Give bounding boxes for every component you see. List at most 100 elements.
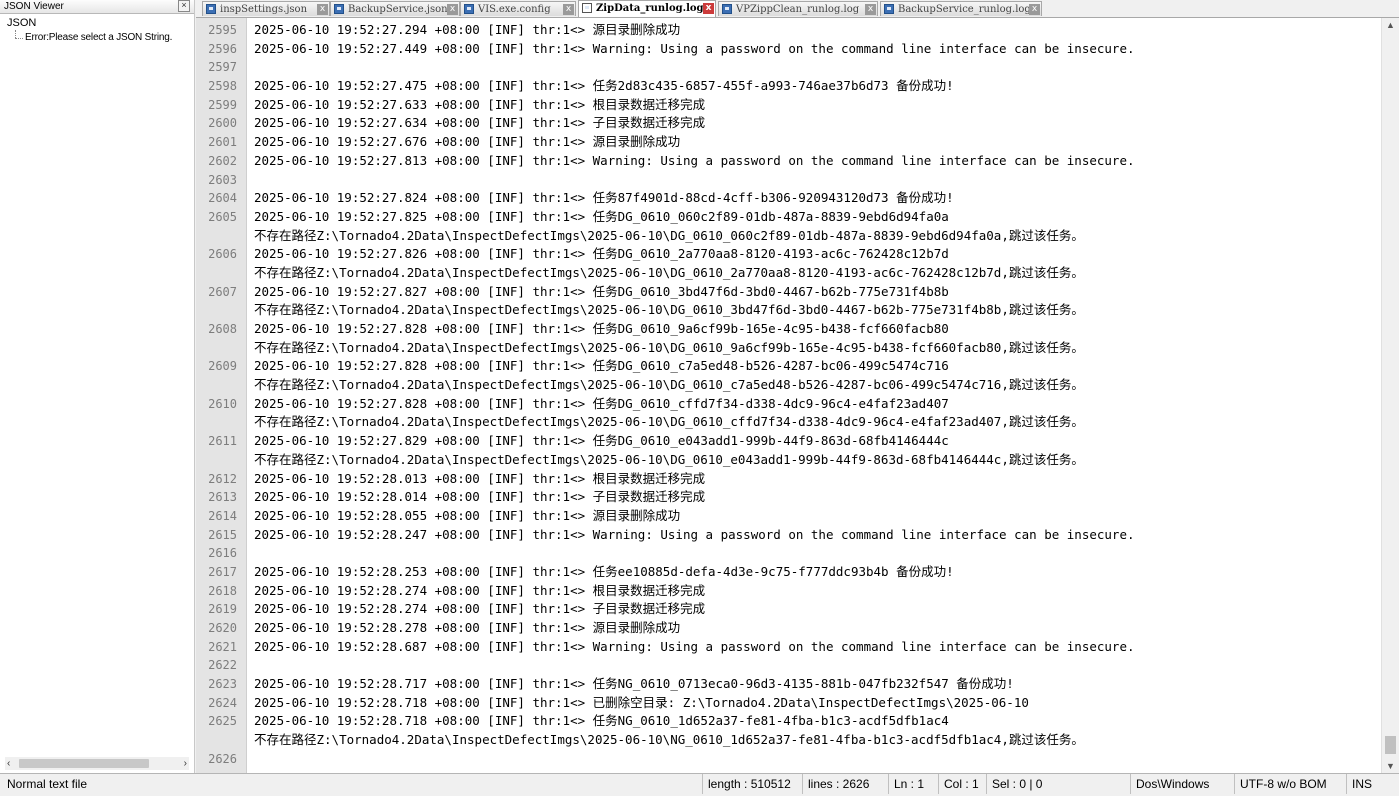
editor-line[interactable]: 不存在路径Z:\Tornado4.2Data\InspectDefectImgs…: [196, 227, 1378, 246]
scroll-right-icon[interactable]: ›: [184, 757, 187, 770]
scroll-up-icon[interactable]: ▲: [1386, 20, 1395, 30]
close-tab-icon[interactable]: x: [1029, 4, 1040, 15]
close-tab-icon[interactable]: x: [317, 4, 328, 15]
line-text[interactable]: 2025-06-10 19:52:27.449 +08:00 [INF] thr…: [254, 40, 1135, 59]
editor-line[interactable]: 不存在路径Z:\Tornado4.2Data\InspectDefectImgs…: [196, 413, 1378, 432]
tab-backupservice-runlog[interactable]: BackupService_runlog.log x: [880, 1, 1042, 16]
editor-line[interactable]: 2613 2025-06-10 19:52:28.014 +08:00 [INF]…: [196, 488, 1378, 507]
editor-line[interactable]: 2618 2025-06-10 19:52:28.274 +08:00 [INF]…: [196, 582, 1378, 601]
editor-line[interactable]: 2614 2025-06-10 19:52:28.055 +08:00 [INF]…: [196, 507, 1378, 526]
line-text[interactable]: 2025-06-10 19:52:28.253 +08:00 [INF] thr…: [254, 563, 954, 582]
editor-line[interactable]: 2601 2025-06-10 19:52:27.676 +08:00 [INF]…: [196, 133, 1378, 152]
tab-zipdata-runlog[interactable]: ZipData_runlog.log x: [578, 0, 716, 17]
line-text[interactable]: 2025-06-10 19:52:28.717 +08:00 [INF] thr…: [254, 675, 1014, 694]
line-text[interactable]: 2025-06-10 19:52:27.294 +08:00 [INF] thr…: [254, 21, 680, 40]
scroll-left-icon[interactable]: ‹: [7, 757, 10, 770]
line-text[interactable]: 2025-06-10 19:52:27.824 +08:00 [INF] thr…: [254, 189, 954, 208]
editor-line[interactable]: 不存在路径Z:\Tornado4.2Data\InspectDefectImgs…: [196, 301, 1378, 320]
editor-line[interactable]: 2603: [196, 171, 1378, 190]
text-editor[interactable]: 2595 2025-06-10 19:52:27.294 +08:00 [INF]…: [196, 18, 1399, 773]
editor-line[interactable]: 2619 2025-06-10 19:52:28.274 +08:00 [INF]…: [196, 600, 1378, 619]
line-text[interactable]: 不存在路径Z:\Tornado4.2Data\InspectDefectImgs…: [254, 451, 1084, 470]
editor-line[interactable]: 2625 2025-06-10 19:52:28.718 +08:00 [INF]…: [196, 712, 1378, 731]
tab-vpzippclean-runlog[interactable]: VPZippClean_runlog.log x: [718, 1, 878, 16]
editor-line[interactable]: 2622: [196, 656, 1378, 675]
editor-line[interactable]: 2611 2025-06-10 19:52:27.829 +08:00 [INF]…: [196, 432, 1378, 451]
line-text[interactable]: 2025-06-10 19:52:27.826 +08:00 [INF] thr…: [254, 245, 949, 264]
json-viewer-close-icon[interactable]: ×: [178, 0, 190, 12]
close-tab-icon[interactable]: x: [865, 4, 876, 15]
editor-line[interactable]: 2612 2025-06-10 19:52:28.013 +08:00 [INF]…: [196, 470, 1378, 489]
editor-line[interactable]: 2599 2025-06-10 19:52:27.633 +08:00 [INF]…: [196, 96, 1378, 115]
tab-vis-exe-config[interactable]: VIS.exe.config x: [460, 1, 576, 16]
editor-line[interactable]: 2600 2025-06-10 19:52:27.634 +08:00 [INF]…: [196, 114, 1378, 133]
editor-line[interactable]: 2616: [196, 544, 1378, 563]
editor-line[interactable]: 2626: [196, 750, 1378, 769]
editor-line[interactable]: 2607 2025-06-10 19:52:27.827 +08:00 [INF]…: [196, 283, 1378, 302]
json-viewer-hscrollbar[interactable]: ‹ ›: [5, 757, 189, 770]
editor-line[interactable]: 2609 2025-06-10 19:52:27.828 +08:00 [INF]…: [196, 357, 1378, 376]
editor-line[interactable]: 2602 2025-06-10 19:52:27.813 +08:00 [INF]…: [196, 152, 1378, 171]
close-tab-icon[interactable]: x: [703, 3, 714, 14]
status-mode[interactable]: INS: [1346, 774, 1399, 794]
line-text[interactable]: 2025-06-10 19:52:27.827 +08:00 [INF] thr…: [254, 283, 949, 302]
editor-line[interactable]: 2610 2025-06-10 19:52:27.828 +08:00 [INF]…: [196, 395, 1378, 414]
line-text[interactable]: 2025-06-10 19:52:27.828 +08:00 [INF] thr…: [254, 357, 949, 376]
editor-line[interactable]: 2621 2025-06-10 19:52:28.687 +08:00 [INF]…: [196, 638, 1378, 657]
status-eol[interactable]: Dos\Windows: [1130, 774, 1234, 794]
scroll-thumb[interactable]: [1385, 736, 1396, 754]
editor-vscrollbar[interactable]: ▲ ▼: [1381, 18, 1399, 773]
line-text[interactable]: 2025-06-10 19:52:27.828 +08:00 [INF] thr…: [254, 395, 949, 414]
line-text[interactable]: 2025-06-10 19:52:27.633 +08:00 [INF] thr…: [254, 96, 705, 115]
line-text[interactable]: 不存在路径Z:\Tornado4.2Data\InspectDefectImgs…: [254, 731, 1084, 750]
line-text[interactable]: 2025-06-10 19:52:28.014 +08:00 [INF] thr…: [254, 488, 705, 507]
line-text[interactable]: 2025-06-10 19:52:27.828 +08:00 [INF] thr…: [254, 320, 949, 339]
line-text[interactable]: 不存在路径Z:\Tornado4.2Data\InspectDefectImgs…: [254, 301, 1084, 320]
editor-lines[interactable]: 2595 2025-06-10 19:52:27.294 +08:00 [INF]…: [196, 21, 1378, 769]
editor-line[interactable]: 2597: [196, 58, 1378, 77]
editor-line[interactable]: 2623 2025-06-10 19:52:28.717 +08:00 [INF]…: [196, 675, 1378, 694]
json-tree-error[interactable]: Error:Please select a JSON String.: [7, 30, 194, 46]
line-text[interactable]: 不存在路径Z:\Tornado4.2Data\InspectDefectImgs…: [254, 227, 1084, 246]
close-tab-icon[interactable]: x: [447, 4, 458, 15]
scroll-thumb[interactable]: [19, 759, 149, 768]
line-text[interactable]: 2025-06-10 19:52:28.718 +08:00 [INF] thr…: [254, 694, 1029, 713]
line-text[interactable]: 2025-06-10 19:52:28.055 +08:00 [INF] thr…: [254, 507, 680, 526]
line-text[interactable]: 2025-06-10 19:52:28.687 +08:00 [INF] thr…: [254, 638, 1135, 657]
line-text[interactable]: 2025-06-10 19:52:28.274 +08:00 [INF] thr…: [254, 582, 705, 601]
line-text[interactable]: 2025-06-10 19:52:28.274 +08:00 [INF] thr…: [254, 600, 705, 619]
line-text[interactable]: 2025-06-10 19:52:28.013 +08:00 [INF] thr…: [254, 470, 705, 489]
editor-line[interactable]: 2598 2025-06-10 19:52:27.475 +08:00 [INF]…: [196, 77, 1378, 96]
line-text[interactable]: 2025-06-10 19:52:27.634 +08:00 [INF] thr…: [254, 114, 705, 133]
line-text[interactable]: 2025-06-10 19:52:27.475 +08:00 [INF] thr…: [254, 77, 954, 96]
line-text[interactable]: 不存在路径Z:\Tornado4.2Data\InspectDefectImgs…: [254, 264, 1084, 283]
line-text[interactable]: 2025-06-10 19:52:28.718 +08:00 [INF] thr…: [254, 712, 949, 731]
close-tab-icon[interactable]: x: [563, 4, 574, 15]
editor-line[interactable]: 2604 2025-06-10 19:52:27.824 +08:00 [INF]…: [196, 189, 1378, 208]
editor-line[interactable]: 不存在路径Z:\Tornado4.2Data\InspectDefectImgs…: [196, 264, 1378, 283]
line-text[interactable]: 2025-06-10 19:52:28.247 +08:00 [INF] thr…: [254, 526, 1135, 545]
editor-line[interactable]: 2606 2025-06-10 19:52:27.826 +08:00 [INF]…: [196, 245, 1378, 264]
scroll-down-icon[interactable]: ▼: [1386, 761, 1395, 771]
line-text[interactable]: 2025-06-10 19:52:27.813 +08:00 [INF] thr…: [254, 152, 1135, 171]
editor-line[interactable]: 不存在路径Z:\Tornado4.2Data\InspectDefectImgs…: [196, 339, 1378, 358]
line-text[interactable]: 2025-06-10 19:52:27.676 +08:00 [INF] thr…: [254, 133, 680, 152]
editor-line[interactable]: 2605 2025-06-10 19:52:27.825 +08:00 [INF]…: [196, 208, 1378, 227]
tab-backupservice-json[interactable]: BackupService.json x: [330, 1, 460, 16]
line-text[interactable]: 2025-06-10 19:52:28.278 +08:00 [INF] thr…: [254, 619, 680, 638]
editor-line[interactable]: 2595 2025-06-10 19:52:27.294 +08:00 [INF]…: [196, 21, 1378, 40]
line-text[interactable]: 2025-06-10 19:52:27.825 +08:00 [INF] thr…: [254, 208, 949, 227]
editor-line[interactable]: 2608 2025-06-10 19:52:27.828 +08:00 [INF]…: [196, 320, 1378, 339]
editor-line[interactable]: 不存在路径Z:\Tornado4.2Data\InspectDefectImgs…: [196, 451, 1378, 470]
editor-line[interactable]: 不存在路径Z:\Tornado4.2Data\InspectDefectImgs…: [196, 376, 1378, 395]
json-tree-root[interactable]: JSON: [7, 16, 194, 30]
editor-line[interactable]: 2596 2025-06-10 19:52:27.449 +08:00 [INF]…: [196, 40, 1378, 59]
editor-line[interactable]: 2620 2025-06-10 19:52:28.278 +08:00 [INF]…: [196, 619, 1378, 638]
editor-line[interactable]: 2617 2025-06-10 19:52:28.253 +08:00 [INF]…: [196, 563, 1378, 582]
editor-line[interactable]: 不存在路径Z:\Tornado4.2Data\InspectDefectImgs…: [196, 731, 1378, 750]
line-text[interactable]: 不存在路径Z:\Tornado4.2Data\InspectDefectImgs…: [254, 376, 1084, 395]
editor-line[interactable]: 2615 2025-06-10 19:52:28.247 +08:00 [INF]…: [196, 526, 1378, 545]
tab-inspsettings[interactable]: inspSettings.json x: [202, 1, 330, 16]
line-text[interactable]: 2025-06-10 19:52:27.829 +08:00 [INF] thr…: [254, 432, 949, 451]
line-text[interactable]: 不存在路径Z:\Tornado4.2Data\InspectDefectImgs…: [254, 339, 1084, 358]
